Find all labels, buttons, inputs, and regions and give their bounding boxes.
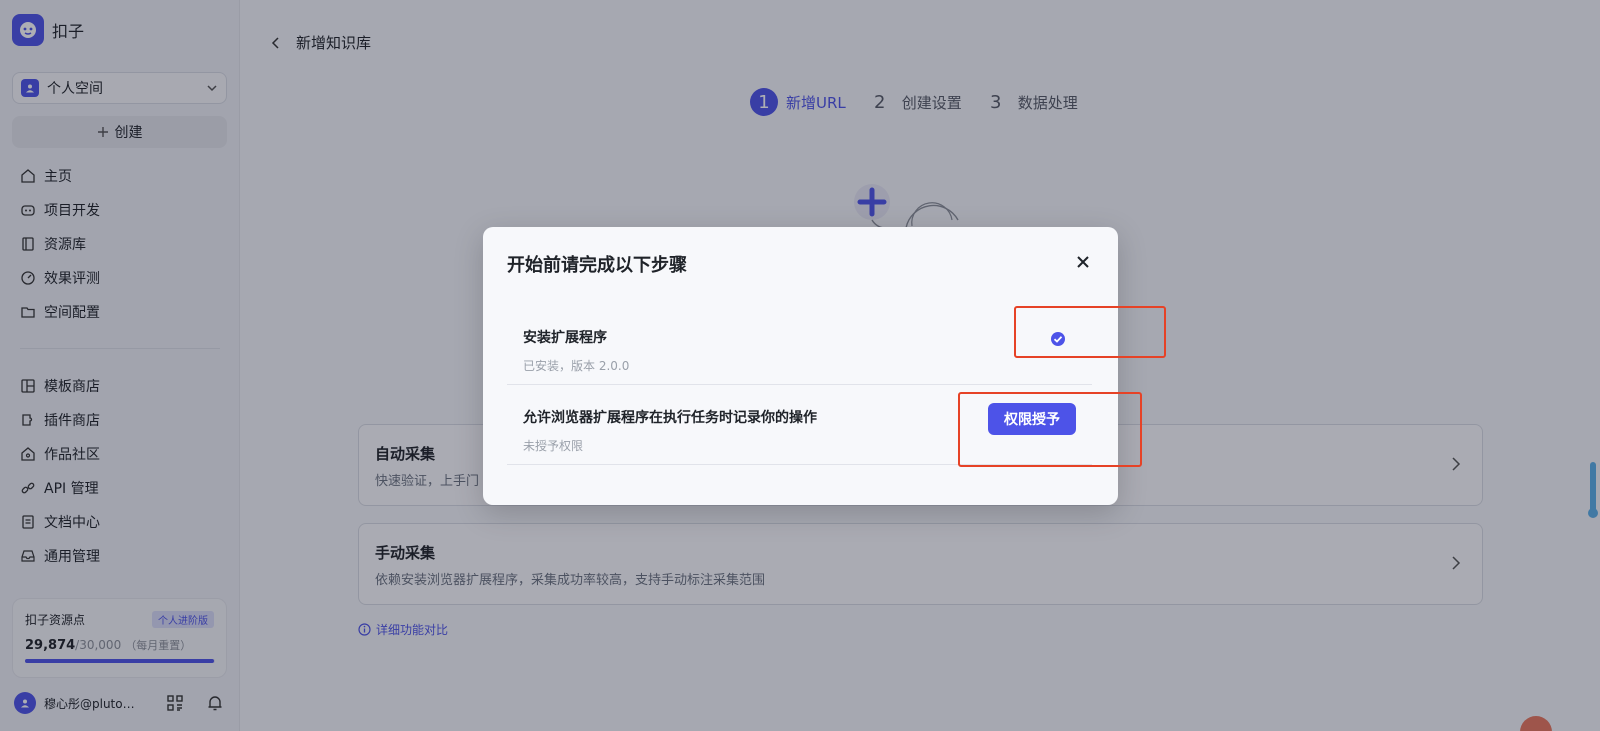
step-status: 已安装，版本 2.0.0 [523,359,630,373]
annotation-box-grant [958,392,1142,467]
modal-title: 开始前请完成以下步骤 [507,255,687,276]
annotation-box-installed [1014,306,1166,358]
close-button[interactable] [1072,251,1094,273]
step-title: 安装扩展程序 [523,330,607,346]
install-extension-step: 安装扩展程序 已安装，版本 2.0.0 [507,305,1092,385]
close-icon [1077,256,1089,268]
